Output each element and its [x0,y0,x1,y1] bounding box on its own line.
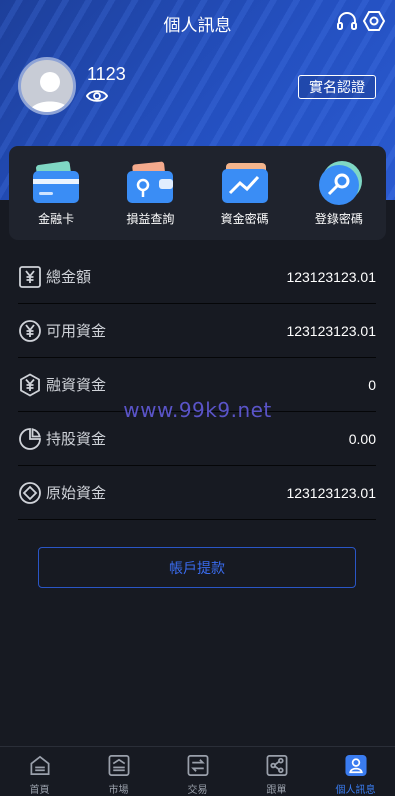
quick-action-label: 登錄密碼 [314,212,363,226]
balance-value: 123123123.01 [286,268,376,285]
balance-value: 0 [368,376,376,393]
exchange-icon [187,755,208,776]
quick-action-label: 資金密碼 [220,212,269,226]
quick-action-label: 金融卡 [38,212,75,226]
yen-square-icon [19,265,41,288]
quick-action-bank-card[interactable]: 金融卡 [16,159,96,227]
tab-market[interactable]: 市場 [79,747,158,796]
diamond-circle-icon [19,481,41,504]
tab-label: 跟單 [266,785,287,796]
fund-chart-icon [221,163,268,203]
tab-trade[interactable]: 交易 [158,747,237,796]
tab-label: 交易 [187,785,208,796]
balance-label: 可用資金 [46,323,107,340]
balance-label: 持股資金 [46,431,107,448]
tab-label: 市場 [108,785,129,796]
quick-action-fund-password[interactable]: 資金密碼 [205,159,285,227]
wallet-pin-icon [127,161,174,203]
tab-copy-trade[interactable]: 跟單 [237,747,316,796]
quick-action-pnl-query[interactable]: 損益查詢 [110,159,190,227]
balance-value: 0.00 [348,430,376,447]
headset-icon[interactable] [335,9,359,33]
balance-value: 123123123.01 [286,322,376,339]
balance-label: 融資資金 [46,377,107,394]
balance-row-available: 可用資金 123123123.01 [18,304,376,358]
eye-icon[interactable] [86,87,108,105]
yen-hexagon-icon [20,372,40,397]
balance-list: 總金額 123123123.01 可用資金 123123123.01 融資資金 … [18,250,376,520]
login-key-icon [318,161,362,205]
pie-icon [19,427,41,450]
tab-home[interactable]: 首頁 [0,747,79,796]
balance-label: 原始資金 [46,485,107,502]
avatar[interactable] [18,57,76,115]
yen-circle-icon [19,319,41,342]
balance-value: 123123123.01 [286,484,376,501]
share-icon [266,755,287,776]
settings-icon[interactable] [362,9,386,33]
tab-label: 個人訊息 [335,785,376,796]
quick-actions-panel: 金融卡 損益查詢 資金密碼 登錄密碼 [9,146,386,240]
bottom-tab-bar: 首頁 市場 交易 跟單 個人訊息 [0,746,395,796]
balance-label: 總金額 [46,269,92,286]
withdraw-button[interactable]: 帳戶提款 [38,547,356,588]
bank-card-icon [33,161,80,203]
watermark: www.99k9.net [123,398,272,422]
tab-profile[interactable]: 個人訊息 [316,747,395,796]
quick-action-login-password[interactable]: 登錄密碼 [299,159,379,227]
home-icon [30,755,49,775]
username: 1123 [87,64,126,84]
balance-row-total: 總金額 123123123.01 [18,250,376,304]
real-name-auth-button[interactable]: 實名認證 [298,75,376,99]
quick-action-label: 損益查詢 [126,212,175,226]
market-icon [108,755,129,776]
tab-label: 首頁 [29,785,50,796]
user-icon [344,754,367,777]
balance-row-original: 原始資金 123123123.01 [18,466,376,520]
